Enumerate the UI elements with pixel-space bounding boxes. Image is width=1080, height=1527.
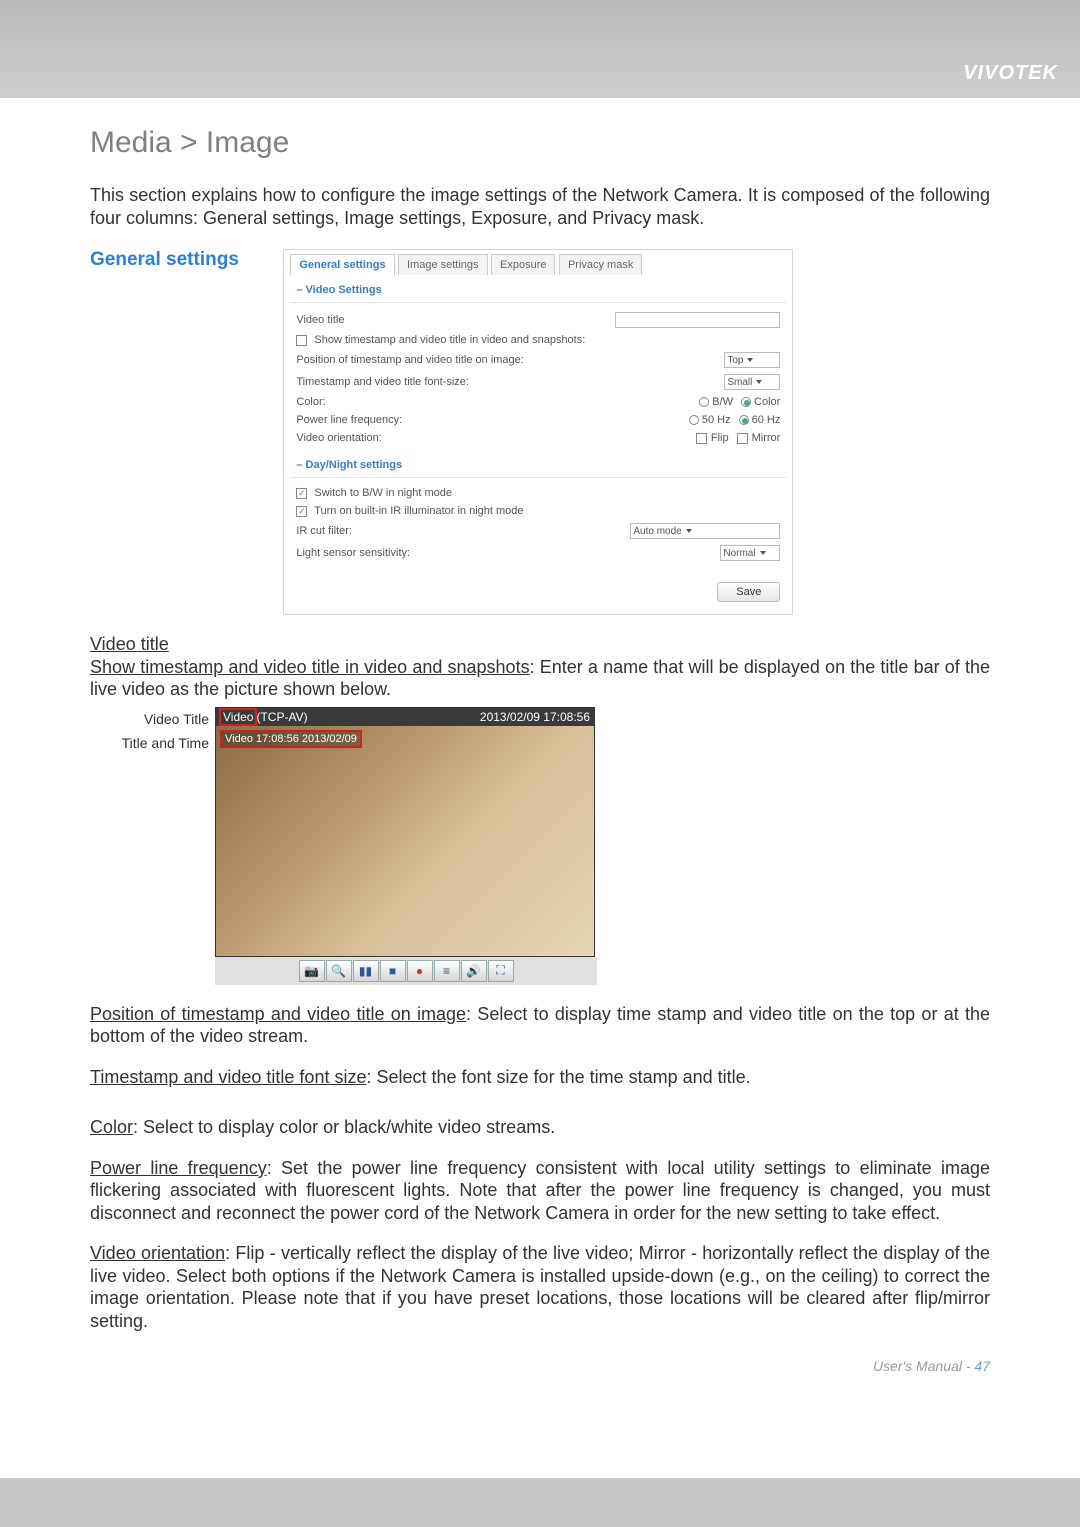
position-label: Position of timestamp and video title on… — [296, 354, 523, 366]
switch-bw-checkbox[interactable]: ✓ — [296, 488, 307, 499]
video-settings-group-title: – Video Settings — [296, 284, 786, 296]
intro-paragraph: This section explains how to configure t… — [90, 184, 990, 229]
chevron-down-icon — [756, 380, 762, 384]
orientation-label: Video orientation: — [296, 432, 381, 444]
playlist-icon[interactable]: ≡ — [434, 960, 460, 982]
camera-icon[interactable]: 📷 — [299, 960, 325, 982]
orientation-paragraph: Video orientation: Flip - vertically ref… — [90, 1242, 990, 1332]
callout-video-title: Video Title — [90, 711, 209, 727]
font-size-label: Timestamp and video title font-size: — [296, 376, 469, 388]
overlay-title-time: Video 17:08:56 2013/02/09 — [220, 730, 362, 748]
daynight-group-title: – Day/Night settings — [296, 459, 786, 471]
ir-cut-select[interactable]: Auto mode — [630, 523, 780, 539]
section-title: Media > Image — [90, 126, 990, 160]
video-title-label: Video title — [296, 314, 344, 326]
tab-privacy-mask[interactable]: Privacy mask — [559, 254, 642, 275]
video-title-heading: Video title — [90, 633, 990, 656]
position-select[interactable]: Top — [724, 352, 780, 368]
video-settings-group: Video title Show timestamp and video tit… — [290, 302, 786, 449]
video-title-input[interactable] — [615, 312, 780, 328]
show-timestamp-checkbox[interactable] — [296, 335, 307, 346]
mirror-checkbox[interactable] — [737, 433, 748, 444]
header-bar: VIVOTEK — [0, 0, 1080, 98]
tab-exposure[interactable]: Exposure — [491, 254, 555, 275]
general-settings-heading: General settings — [90, 249, 239, 271]
chevron-down-icon — [747, 358, 753, 362]
flip-checkbox[interactable] — [696, 433, 707, 444]
brand-logo: VIVOTEK — [963, 62, 1058, 85]
show-timestamp-paragraph: Show timestamp and video title in video … — [90, 656, 990, 701]
tab-general-settings[interactable]: General settings — [290, 254, 394, 276]
power-freq-paragraph: Power line frequency: Set the power line… — [90, 1157, 990, 1225]
chevron-down-icon — [760, 551, 766, 555]
chevron-down-icon — [686, 529, 692, 533]
power-60hz-radio[interactable] — [739, 415, 749, 425]
daynight-group: ✓ Switch to B/W in night mode ✓ Turn on … — [290, 477, 786, 566]
light-sensor-select[interactable]: Normal — [720, 545, 780, 561]
zoom-icon[interactable]: 🔍 — [326, 960, 352, 982]
save-button[interactable]: Save — [717, 582, 780, 602]
callout-title-time: Title and Time — [90, 735, 209, 751]
position-paragraph: Position of timestamp and video title on… — [90, 1003, 990, 1048]
video-toolbar: 📷 🔍 ▮▮ ■ ● ≡ 🔊 ⛶ — [215, 957, 597, 985]
color-bw-radio[interactable] — [699, 397, 709, 407]
power-50hz-radio[interactable] — [689, 415, 699, 425]
ir-cut-label: IR cut filter: — [296, 525, 352, 537]
footer: User's Manual - 47 — [90, 1358, 990, 1374]
color-color-radio[interactable] — [741, 397, 751, 407]
panel-tabs: General settings Image settings Exposure… — [290, 254, 786, 276]
video-title-figure: Video Title Title and Time Video(TCP-AV)… — [90, 707, 990, 985]
volume-icon[interactable]: 🔊 — [461, 960, 487, 982]
video-title-callout-box: Video — [219, 708, 257, 726]
power-freq-label: Power line frequency: — [296, 414, 402, 426]
video-timestamp: 2013/02/09 17:08:56 — [480, 710, 590, 724]
settings-panel: General settings Image settings Exposure… — [283, 249, 793, 615]
builtin-ir-checkbox[interactable]: ✓ — [296, 506, 307, 517]
pause-icon[interactable]: ▮▮ — [353, 960, 379, 982]
stop-icon[interactable]: ■ — [380, 960, 406, 982]
fullscreen-icon[interactable]: ⛶ — [488, 960, 514, 982]
video-preview-box: Video(TCP-AV) 2013/02/09 17:08:56 Video … — [215, 707, 595, 957]
tab-image-settings[interactable]: Image settings — [398, 254, 488, 275]
show-timestamp-label: Show timestamp and video title in video … — [296, 334, 585, 346]
light-sensor-label: Light sensor sensitivity: — [296, 547, 410, 559]
color-paragraph: Color: Select to display color or black/… — [90, 1116, 990, 1139]
color-label: Color: — [296, 396, 325, 408]
font-size-paragraph: Timestamp and video title font size: Sel… — [90, 1066, 990, 1089]
record-icon[interactable]: ● — [407, 960, 433, 982]
page-body: Media > Image This section explains how … — [0, 98, 1080, 1478]
font-size-select[interactable]: Small — [724, 374, 780, 390]
